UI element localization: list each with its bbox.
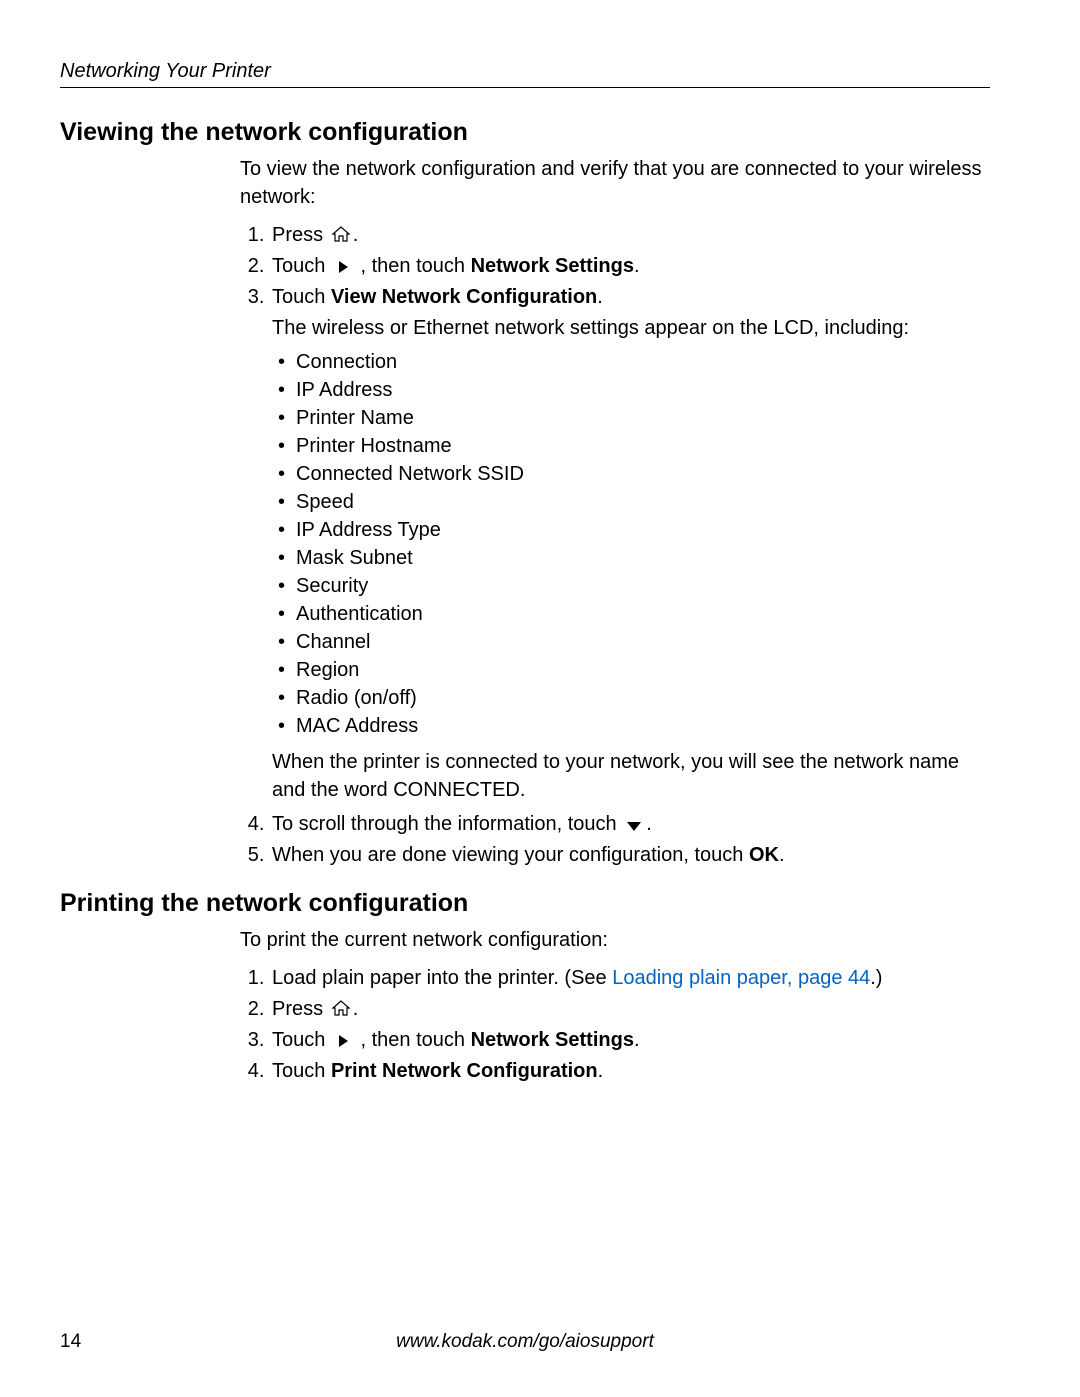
- lcd-settings-list: Connection IP Address Printer Name Print…: [272, 348, 990, 740]
- text: .: [646, 813, 652, 835]
- text-bold: Print Network Configuration: [331, 1060, 598, 1082]
- list-item: MAC Address: [278, 712, 990, 740]
- list-item: IP Address Type: [278, 516, 990, 544]
- running-header: Networking Your Printer: [60, 60, 990, 88]
- list-item: Region: [278, 656, 990, 684]
- text: Press: [272, 224, 329, 246]
- section2-steps: Load plain paper into the printer. (See …: [240, 964, 990, 1085]
- text: .: [634, 255, 640, 277]
- text: Touch: [272, 1060, 331, 1082]
- list-item: Security: [278, 572, 990, 600]
- text-bold: OK: [749, 844, 779, 866]
- page-number: 14: [60, 1331, 100, 1353]
- right-arrow-icon: [331, 254, 355, 272]
- page-footer: 14 www.kodak.com/go/aiosupport: [60, 1331, 990, 1353]
- section2-intro: To print the current network configurati…: [240, 926, 990, 954]
- section2-body: To print the current network configurati…: [240, 926, 990, 1085]
- list-item: Printer Name: [278, 404, 990, 432]
- section1-steps: Press . Touch , then touch Network Setti…: [240, 221, 990, 869]
- text: .): [870, 967, 882, 989]
- text: .: [353, 998, 359, 1020]
- step: Touch Print Network Configuration.: [270, 1057, 990, 1085]
- text-bold: Network Settings: [471, 255, 634, 277]
- step: Press .: [270, 221, 990, 249]
- step3-desc: The wireless or Ethernet network setting…: [272, 314, 990, 342]
- text: Press: [272, 998, 329, 1020]
- text: .: [353, 224, 359, 246]
- list-item: Connected Network SSID: [278, 460, 990, 488]
- text: .: [779, 844, 785, 866]
- list-item: Mask Subnet: [278, 544, 990, 572]
- text: Touch: [272, 286, 331, 308]
- text: When you are done viewing your configura…: [272, 844, 749, 866]
- text: To scroll through the information, touch: [272, 813, 622, 835]
- section1-intro: To view the network configuration and ve…: [240, 155, 990, 211]
- list-item: Radio (on/off): [278, 684, 990, 712]
- text: , then touch: [355, 1029, 471, 1051]
- list-item: Printer Hostname: [278, 432, 990, 460]
- page: Networking Your Printer Viewing the netw…: [0, 0, 1080, 1397]
- right-arrow-icon: [331, 1028, 355, 1046]
- section-heading-viewing: Viewing the network configuration: [60, 118, 990, 147]
- footer-url: www.kodak.com/go/aiosupport: [100, 1331, 950, 1353]
- step: When you are done viewing your configura…: [270, 841, 990, 869]
- step: Touch , then touch Network Settings.: [270, 1026, 990, 1054]
- list-item: Speed: [278, 488, 990, 516]
- text-bold: Network Settings: [471, 1029, 634, 1051]
- section-heading-printing: Printing the network configuration: [60, 889, 990, 918]
- step: Touch View Network Configuration. The wi…: [270, 283, 990, 804]
- down-arrow-icon: [622, 812, 646, 830]
- text: .: [597, 286, 603, 308]
- home-icon: [329, 997, 353, 1015]
- list-item: Connection: [278, 348, 990, 376]
- connected-note: When the printer is connected to your ne…: [272, 748, 990, 804]
- section1-body: To view the network configuration and ve…: [240, 155, 990, 869]
- text: , then touch: [355, 255, 471, 277]
- step: Load plain paper into the printer. (See …: [270, 964, 990, 992]
- list-item: Authentication: [278, 600, 990, 628]
- text: Load plain paper into the printer. (See: [272, 967, 612, 989]
- list-item: IP Address: [278, 376, 990, 404]
- step: Touch , then touch Network Settings.: [270, 252, 990, 280]
- step: To scroll through the information, touch…: [270, 810, 990, 838]
- step: Press .: [270, 995, 990, 1023]
- text: Touch: [272, 255, 331, 277]
- list-item: Channel: [278, 628, 990, 656]
- text: .: [634, 1029, 640, 1051]
- text-bold: View Network Configuration: [331, 286, 597, 308]
- cross-ref-link[interactable]: Loading plain paper, page 44: [612, 967, 870, 989]
- home-icon: [329, 223, 353, 241]
- text: Touch: [272, 1029, 331, 1051]
- text: .: [598, 1060, 604, 1082]
